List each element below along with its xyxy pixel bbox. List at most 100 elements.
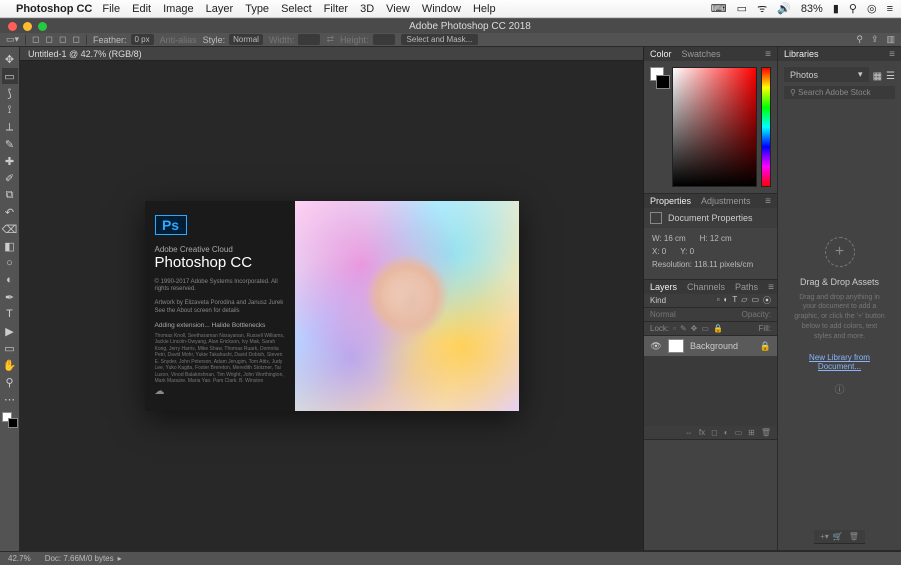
canvas[interactable]: Ps Adobe Creative Cloud Photoshop CC © 1… xyxy=(20,61,643,551)
layer-filter-kind[interactable]: Kind xyxy=(650,296,666,305)
menu-edit[interactable]: Edit xyxy=(132,3,151,15)
color-field[interactable] xyxy=(672,67,757,187)
tab-paths[interactable]: Paths xyxy=(735,282,758,292)
zoom-level[interactable]: 42.7% xyxy=(8,554,31,563)
adjustment-layer-icon[interactable]: ◐ xyxy=(724,428,729,437)
stock-icon[interactable]: 🛒 xyxy=(833,532,843,541)
width-value[interactable]: 16 cm xyxy=(664,234,686,243)
delete-layer-icon[interactable]: 🗑 xyxy=(761,428,771,437)
workspace-icon[interactable]: ▥ xyxy=(886,34,895,45)
zoom-window-button[interactable] xyxy=(38,22,47,31)
filter-toggle-icon[interactable]: ⦿ xyxy=(763,295,771,306)
grid-view-icon[interactable]: ▦ xyxy=(873,71,882,82)
shape-tool[interactable]: ▭ xyxy=(2,340,18,356)
layer-thumbnail[interactable] xyxy=(668,339,684,353)
siri-icon[interactable]: ≡ xyxy=(887,3,893,15)
selection-intersect-icon[interactable]: ◻ xyxy=(72,34,79,45)
layer-mask-icon[interactable]: ◻ xyxy=(711,428,718,437)
search-icon[interactable]: ⚲ xyxy=(856,34,863,45)
healing-tool[interactable]: ✚ xyxy=(2,153,18,169)
chevron-right-icon[interactable]: ▸ xyxy=(118,554,122,563)
history-brush-tool[interactable]: ↶ xyxy=(2,204,18,220)
lock-position-icon[interactable]: ✥ xyxy=(691,324,698,333)
edit-toolbar-icon[interactable]: ⋯ xyxy=(2,391,18,407)
selection-subtract-icon[interactable]: ◻ xyxy=(59,34,66,45)
panel-menu-icon[interactable]: ≡ xyxy=(889,49,895,60)
menu-3d[interactable]: 3D xyxy=(360,3,374,15)
lock-all-icon[interactable]: 🔒 xyxy=(713,324,723,333)
eraser-tool[interactable]: ⌫ xyxy=(2,221,18,237)
filter-smart-icon[interactable]: ▭ xyxy=(751,295,759,306)
control-center-icon[interactable]: ◎ xyxy=(867,2,877,15)
menu-type[interactable]: Type xyxy=(245,3,269,15)
menu-file[interactable]: File xyxy=(102,3,120,15)
selection-add-icon[interactable]: ◻ xyxy=(46,34,53,45)
filter-pixel-icon[interactable]: ▫ xyxy=(717,295,720,306)
wifi-icon[interactable]: ᯤ xyxy=(757,1,767,16)
menu-view[interactable]: View xyxy=(386,3,410,15)
tab-channels[interactable]: Channels xyxy=(687,282,725,292)
lock-transparency-icon[interactable]: ▫ xyxy=(673,324,676,333)
blur-tool[interactable]: ○ xyxy=(2,255,18,271)
close-window-button[interactable] xyxy=(8,22,17,31)
spotlight-icon[interactable]: ⚲ xyxy=(849,2,857,15)
brush-tool[interactable]: ✐ xyxy=(2,170,18,186)
marquee-tool[interactable]: ▭ xyxy=(2,68,18,84)
tool-preset-icon[interactable]: ▭▾ xyxy=(6,34,19,45)
menu-select[interactable]: Select xyxy=(281,3,312,15)
tab-libraries[interactable]: Libraries xyxy=(784,49,819,59)
keyboard-icon[interactable]: ⌨ xyxy=(711,2,727,15)
menu-filter[interactable]: Filter xyxy=(324,3,348,15)
pen-tool[interactable]: ✒ xyxy=(2,289,18,305)
type-tool[interactable]: T xyxy=(2,306,18,322)
crop-tool[interactable]: ⟂ xyxy=(2,119,18,135)
dodge-tool[interactable]: ◐ xyxy=(2,272,18,288)
tab-properties[interactable]: Properties xyxy=(650,196,691,206)
tab-adjustments[interactable]: Adjustments xyxy=(701,196,751,206)
document-tab[interactable]: Untitled-1 @ 42.7% (RGB/8) xyxy=(20,47,643,61)
panel-menu-icon[interactable]: ≡ xyxy=(765,49,771,60)
share-icon[interactable]: ⇪ xyxy=(871,34,879,45)
quick-select-tool[interactable]: ⟟ xyxy=(2,102,18,118)
panel-menu-icon[interactable]: ≡ xyxy=(768,282,774,293)
volume-icon[interactable]: 🔊 xyxy=(777,2,791,15)
x-value[interactable]: 0 xyxy=(662,247,666,256)
foreground-background-swatches[interactable] xyxy=(2,412,18,428)
style-select[interactable]: Normal xyxy=(229,34,263,45)
clone-stamp-tool[interactable]: ⧉ xyxy=(2,187,18,203)
layer-name[interactable]: Background xyxy=(690,341,738,351)
path-select-tool[interactable]: ▶ xyxy=(2,323,18,339)
zoom-tool[interactable]: ⚲ xyxy=(2,374,18,390)
layer-style-icon[interactable]: fx xyxy=(699,428,705,437)
library-select[interactable]: Photos ▾ xyxy=(784,67,869,82)
antialias-checkbox[interactable]: Anti-alias xyxy=(160,35,197,45)
layer-row[interactable]: 👁 Background 🔒 xyxy=(644,336,777,356)
minimize-window-button[interactable] xyxy=(23,22,32,31)
resolution-value[interactable]: 118.11 pixels/cm xyxy=(694,260,753,269)
battery-percent[interactable]: 83% xyxy=(801,3,823,15)
lock-icon[interactable]: 🔒 xyxy=(760,341,771,352)
gradient-tool[interactable]: ◧ xyxy=(2,238,18,254)
menu-layer[interactable]: Layer xyxy=(206,3,234,15)
hue-slider[interactable] xyxy=(761,67,771,187)
menu-help[interactable]: Help xyxy=(473,3,496,15)
selection-new-icon[interactable]: ◻ xyxy=(32,34,39,45)
color-swatches[interactable] xyxy=(650,67,668,187)
visibility-icon[interactable]: 👁 xyxy=(650,341,662,352)
move-tool[interactable]: ✥ xyxy=(2,51,18,67)
blend-mode-select[interactable]: Normal xyxy=(650,310,738,319)
menu-window[interactable]: Window xyxy=(422,3,461,15)
new-group-icon[interactable]: ▭ xyxy=(735,428,743,437)
menu-image[interactable]: Image xyxy=(163,3,194,15)
lasso-tool[interactable]: ⟆ xyxy=(2,85,18,101)
doc-size[interactable]: Doc: 7.66M/0 bytes xyxy=(45,554,114,563)
library-drop-zone[interactable]: + Drag & Drop Assets Drag and drop anyth… xyxy=(784,103,895,530)
filter-type-icon[interactable]: T xyxy=(732,295,737,306)
display-icon[interactable]: ▭ xyxy=(737,2,747,15)
panel-menu-icon[interactable]: ≡ xyxy=(765,196,771,207)
delete-icon[interactable]: 🗑 xyxy=(849,532,859,541)
info-icon[interactable]: ⓘ xyxy=(835,381,845,396)
battery-icon[interactable]: ▮ xyxy=(833,2,839,15)
link-layers-icon[interactable]: ⇔ xyxy=(685,428,693,437)
height-value[interactable]: 12 cm xyxy=(710,234,732,243)
